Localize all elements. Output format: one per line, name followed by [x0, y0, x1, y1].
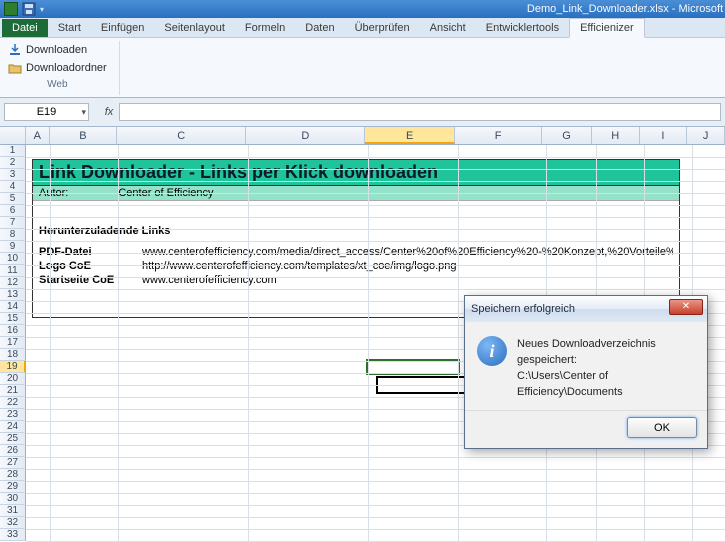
row-header-16[interactable]: 16 [0, 325, 26, 337]
row-header-13[interactable]: 13 [0, 289, 26, 301]
col-header-d[interactable]: D [246, 127, 365, 144]
tab-insert[interactable]: Einfügen [91, 19, 154, 37]
name-box[interactable]: E19 ▾ [4, 103, 89, 121]
tab-efficienizer[interactable]: Efficienizer [569, 18, 645, 38]
row-header-25[interactable]: 25 [0, 433, 26, 445]
ribbon-tabs: Datei Start Einfügen Seitenlayout Formel… [0, 18, 725, 38]
row-header-29[interactable]: 29 [0, 481, 26, 493]
col-header-e[interactable]: E [365, 127, 454, 144]
dialog-title: Speichern erfolgreich [471, 303, 575, 315]
link-label: Logo CoE [39, 259, 134, 273]
chevron-down-icon[interactable]: ▾ [81, 107, 86, 118]
col-header-j[interactable]: J [687, 127, 725, 144]
quick-access-toolbar: ▾ [4, 2, 44, 16]
row-header-33[interactable]: 33 [0, 529, 26, 541]
tab-data[interactable]: Daten [295, 19, 344, 37]
row-header-4[interactable]: 4 [0, 181, 26, 193]
downloaden-button[interactable]: Downloaden [6, 41, 109, 59]
row-header-17[interactable]: 17 [0, 337, 26, 349]
link-url: www.centerofefficiency.com/media/direct_… [142, 245, 673, 259]
dialog-titlebar[interactable]: Speichern erfolgreich ✕ [465, 296, 707, 322]
save-icon[interactable] [22, 2, 36, 16]
downloadordner-button[interactable]: Downloadordner [6, 59, 109, 77]
link-url: http://www.centerofefficiency.com/templa… [142, 259, 673, 273]
row-header-9[interactable]: 9 [0, 241, 26, 253]
ribbon-group-label: Web [6, 79, 109, 90]
row-header-26[interactable]: 26 [0, 445, 26, 457]
row-header-12[interactable]: 12 [0, 277, 26, 289]
formula-bar-area: E19 ▾ fx [0, 98, 725, 127]
col-header-c[interactable]: C [117, 127, 246, 144]
row-header-2[interactable]: 2 [0, 157, 26, 169]
tab-pagelayout[interactable]: Seitenlayout [154, 19, 235, 37]
row-header-30[interactable]: 30 [0, 493, 26, 505]
row-header-28[interactable]: 28 [0, 469, 26, 481]
ok-button[interactable]: OK [627, 417, 697, 438]
downloadordner-label: Downloadordner [26, 62, 107, 74]
row-header-20[interactable]: 20 [0, 373, 26, 385]
info-icon: i [477, 336, 507, 366]
row-header-6[interactable]: 6 [0, 205, 26, 217]
col-header-h[interactable]: H [592, 127, 640, 144]
dialog-line2: C:\Users\Center of Efficiency\Documents [517, 368, 695, 400]
link-label: Startseite CoE [39, 273, 134, 287]
title-bar: ▾ Demo_Link_Downloader.xlsx - Microsoft … [0, 0, 725, 18]
ribbon: Downloaden Downloadordner Web [0, 38, 725, 98]
window-title: Demo_Link_Downloader.xlsx - Microsoft Ex… [490, 3, 725, 15]
row-header-24[interactable]: 24 [0, 421, 26, 433]
row-header-3[interactable]: 3 [0, 169, 26, 181]
link-row: Logo CoE http://www.centerofefficiency.c… [39, 259, 673, 273]
link-row: Startseite CoE www.centerofefficiency.co… [39, 273, 673, 287]
close-button[interactable]: ✕ [669, 299, 703, 315]
dialog-text: Neues Downloadverzeichnis gespeichert: C… [517, 336, 695, 400]
close-icon: ✕ [682, 301, 690, 312]
column-headers: ABCDEFGHIJ [0, 127, 725, 145]
row-header-32[interactable]: 32 [0, 517, 26, 529]
row-header-18[interactable]: 18 [0, 349, 26, 361]
col-header-i[interactable]: I [640, 127, 688, 144]
select-all-corner[interactable] [0, 127, 26, 144]
link-url: www.centerofefficiency.com [142, 273, 673, 287]
col-header-g[interactable]: G [542, 127, 592, 144]
formula-input[interactable] [119, 103, 721, 121]
col-header-b[interactable]: B [50, 127, 118, 144]
row-header-5[interactable]: 5 [0, 193, 26, 205]
ribbon-group-web: Downloaden Downloadordner Web [6, 41, 120, 95]
tab-start[interactable]: Start [48, 19, 91, 37]
row-header-21[interactable]: 21 [0, 385, 26, 397]
tab-review[interactable]: Überprüfen [345, 19, 420, 37]
row-header-11[interactable]: 11 [0, 265, 26, 277]
dialog-line1: Neues Downloadverzeichnis gespeichert: [517, 336, 695, 368]
tab-view[interactable]: Ansicht [420, 19, 476, 37]
link-row: PDF-Datei www.centerofefficiency.com/med… [39, 245, 673, 259]
folder-icon [8, 61, 22, 75]
selected-cell[interactable] [368, 361, 458, 373]
row-header-31[interactable]: 31 [0, 505, 26, 517]
col-header-f[interactable]: F [455, 127, 542, 144]
row-header-15[interactable]: 15 [0, 313, 26, 325]
tab-developer[interactable]: Entwicklertools [476, 19, 569, 37]
downloaden-label: Downloaden [26, 44, 87, 56]
row-header-22[interactable]: 22 [0, 397, 26, 409]
row-headers: 1234567891011121314151617181920212223242… [0, 145, 26, 541]
section-header: Herunterzuladende Links [39, 225, 673, 237]
row-header-23[interactable]: 23 [0, 409, 26, 421]
download-icon [8, 43, 22, 57]
row-header-1[interactable]: 1 [0, 145, 26, 157]
fx-icon[interactable]: fx [101, 106, 117, 118]
excel-icon [4, 2, 18, 16]
row-header-14[interactable]: 14 [0, 301, 26, 313]
tab-file[interactable]: Datei [2, 19, 48, 37]
row-header-7[interactable]: 7 [0, 217, 26, 229]
save-success-dialog: Speichern erfolgreich ✕ i Neues Download… [464, 295, 708, 449]
link-label: PDF-Datei [39, 245, 134, 259]
tab-formulas[interactable]: Formeln [235, 19, 295, 37]
row-header-10[interactable]: 10 [0, 253, 26, 265]
qat-dropdown-icon[interactable]: ▾ [40, 5, 44, 14]
row-header-8[interactable]: 8 [0, 229, 26, 241]
row-header-19[interactable]: 19 [0, 361, 26, 373]
sheet-title: Link Downloader - Links per Klick downlo… [33, 160, 679, 186]
row-header-27[interactable]: 27 [0, 457, 26, 469]
col-header-a[interactable]: A [26, 127, 50, 144]
